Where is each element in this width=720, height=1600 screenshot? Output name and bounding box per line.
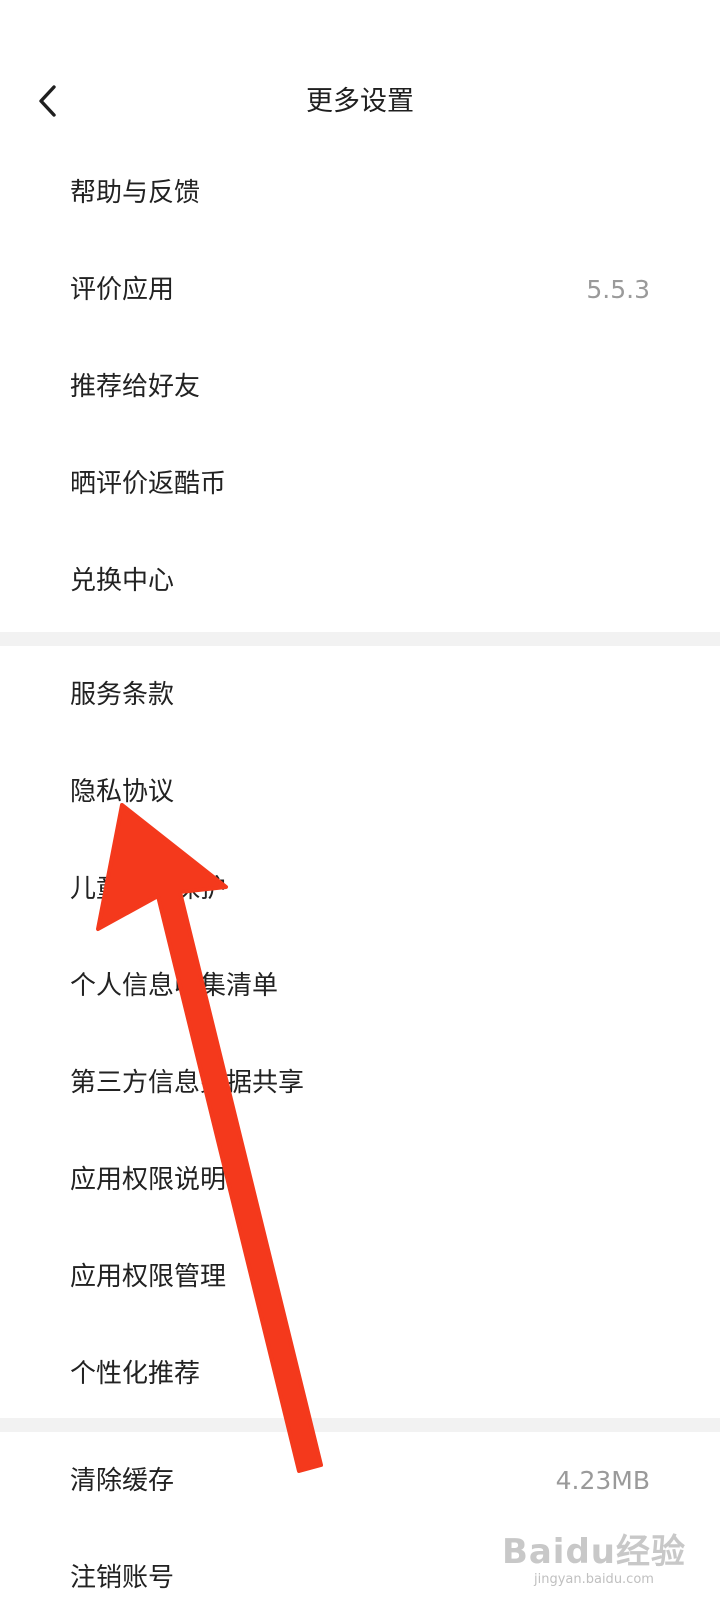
list-item-personal-info-list[interactable]: 个人信息收集清单 <box>0 937 720 1034</box>
list-item-third-party-sharing[interactable]: 第三方信息数据共享 <box>0 1034 720 1131</box>
item-label: 儿童隐私保护 <box>70 873 227 904</box>
item-label: 帮助与反馈 <box>70 177 201 208</box>
watermark-url: jingyan.baidu.com <box>533 1572 654 1587</box>
legal-settings-group: 服务条款 隐私协议 儿童隐私保护 个人信息收集清单 第三方信息数据共享 应用权限… <box>0 646 720 1422</box>
general-settings-group: 帮助与反馈 评价应用 5.5.3 推荐给好友 晒评价返酷币 兑换中心 <box>0 144 720 629</box>
item-label: 服务条款 <box>70 679 175 710</box>
list-item-privacy-policy[interactable]: 隐私协议 <box>0 743 720 840</box>
header-bar: 更多设置 <box>0 54 720 150</box>
item-label: 个人信息收集清单 <box>70 970 279 1001</box>
list-item-permission-description[interactable]: 应用权限说明 <box>0 1131 720 1228</box>
list-item-redeem-center[interactable]: 兑换中心 <box>0 532 720 629</box>
list-item-review-rewards[interactable]: 晒评价返酷币 <box>0 435 720 532</box>
cache-size-value: 4.23MB <box>555 1465 650 1495</box>
item-label: 个性化推荐 <box>70 1358 201 1389</box>
item-label: 兑换中心 <box>70 565 175 596</box>
page-title: 更多设置 <box>306 86 414 117</box>
item-label: 应用权限说明 <box>70 1164 227 1195</box>
item-label: 清除缓存 <box>70 1465 175 1496</box>
list-item-help-feedback[interactable]: 帮助与反馈 <box>0 144 720 241</box>
item-label: 应用权限管理 <box>70 1261 227 1292</box>
item-label: 评价应用 <box>70 274 175 305</box>
list-item-child-privacy[interactable]: 儿童隐私保护 <box>0 840 720 937</box>
baidu-watermark: Baidu经验 jingyan.baidu.com <box>502 1532 686 1588</box>
list-item-clear-cache[interactable]: 清除缓存 4.23MB <box>0 1432 720 1529</box>
app-version-value: 5.5.3 <box>586 274 650 304</box>
item-label: 晒评价返酷币 <box>70 468 227 499</box>
item-label: 推荐给好友 <box>70 371 201 402</box>
section-divider <box>0 1418 720 1432</box>
list-item-terms-of-service[interactable]: 服务条款 <box>0 646 720 743</box>
list-item-recommend-friends[interactable]: 推荐给好友 <box>0 338 720 435</box>
list-item-permission-management[interactable]: 应用权限管理 <box>0 1228 720 1325</box>
item-label: 注销账号 <box>70 1562 175 1593</box>
list-item-rate-app[interactable]: 评价应用 5.5.3 <box>0 241 720 338</box>
section-divider <box>0 632 720 646</box>
more-settings-page: 更多设置 帮助与反馈 评价应用 5.5.3 推荐给好友 晒评价返酷币 兑换中心 … <box>0 0 720 1600</box>
baidu-logo: Baidu经验 <box>501 1532 686 1572</box>
item-label: 第三方信息数据共享 <box>70 1067 305 1098</box>
list-item-personalized-recommendation[interactable]: 个性化推荐 <box>0 1325 720 1422</box>
item-label: 隐私协议 <box>70 776 175 807</box>
